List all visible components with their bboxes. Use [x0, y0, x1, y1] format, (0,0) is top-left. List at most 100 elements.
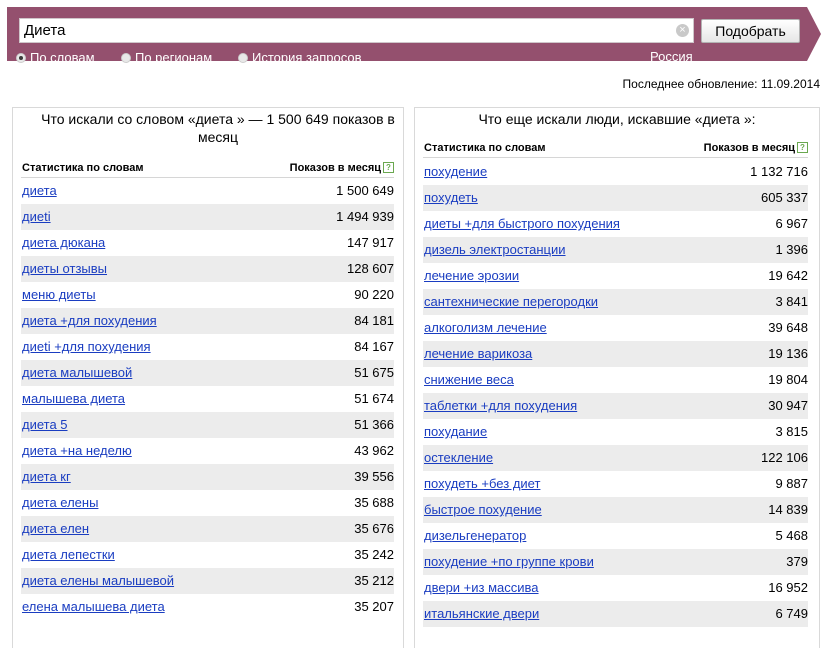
left-rows-list: диета 1 500 649 диеti 1 494 939 диета дюкана…: [21, 178, 394, 620]
mode-by-regions-radio[interactable]: По регионам: [121, 50, 212, 65]
phrase-link[interactable]: похудение +по группе крови: [424, 549, 594, 575]
phrase-link[interactable]: диета лепестки: [22, 542, 115, 568]
phrase-link[interactable]: диета 5: [22, 412, 68, 438]
table-row: дизель электростанции 1 396: [423, 237, 808, 263]
impressions-count: 9 887: [775, 476, 808, 491]
search-header: × Подобрать По словам По регионам Истори…: [7, 7, 807, 65]
table-row: диеты +для быстрого похудения 6 967: [423, 211, 808, 237]
phrase-link[interactable]: снижение веса: [424, 367, 514, 393]
impressions-count: 30 947: [768, 398, 808, 413]
phrase-link[interactable]: быстрое похудение: [424, 497, 542, 523]
phrase-link[interactable]: похудание: [424, 419, 487, 445]
table-row: диета елены 35 688: [21, 490, 394, 516]
help-icon[interactable]: ?: [797, 142, 808, 153]
submit-button[interactable]: Подобрать: [701, 19, 800, 43]
right-table-header: Статистика по словам Показов в месяц?: [423, 139, 808, 158]
table-row: остекление 122 106: [423, 445, 808, 471]
impressions-count: 39 648: [768, 320, 808, 335]
phrase-link[interactable]: похудеть: [424, 185, 478, 211]
mode-history-radio[interactable]: История запросов: [238, 50, 362, 65]
impressions-count: 6 967: [775, 216, 808, 231]
right-panel-title: Что еще искали люди, искавшие «диета »:: [478, 111, 756, 127]
impressions-count: 19 642: [768, 268, 808, 283]
table-row: быстрое похудение 14 839: [423, 497, 808, 523]
table-row: диета дюкана 147 917: [21, 230, 394, 256]
impressions-count: 35 688: [354, 495, 394, 510]
phrase-link[interactable]: диеti +для похудения: [22, 334, 151, 360]
table-row: диеti +для похудения 84 167: [21, 334, 394, 360]
phrase-link[interactable]: диеты +для быстрого похудения: [424, 211, 620, 237]
phrase-link[interactable]: диета елены малышевой: [22, 568, 174, 594]
phrase-link[interactable]: диета кг: [22, 464, 71, 490]
impressions-count: 90 220: [354, 287, 394, 302]
table-row: лечение эрозии 19 642: [423, 263, 808, 289]
impressions-count: 14 839: [768, 502, 808, 517]
left-results-panel: Что искали со словом «диета » — 1 500 64…: [12, 107, 404, 648]
phrase-link[interactable]: двери +из массива: [424, 575, 539, 601]
radio-dot-icon: [121, 53, 131, 63]
mode-history-label: История запросов: [252, 50, 362, 65]
table-row: диета +для похудения 84 181: [21, 308, 394, 334]
phrase-link[interactable]: диеты отзывы: [22, 256, 107, 282]
phrase-link[interactable]: алкоголизм лечение: [424, 315, 547, 341]
phrase-link[interactable]: похудение: [424, 159, 487, 185]
mode-by-words-radio[interactable]: По словам: [16, 50, 95, 65]
table-row: похудеть 605 337: [423, 185, 808, 211]
phrase-link[interactable]: дизель электростанции: [424, 237, 566, 263]
table-row: елена малышева диета 35 207: [21, 594, 394, 620]
search-input[interactable]: [24, 19, 664, 42]
phrase-link[interactable]: малышева диета: [22, 386, 125, 412]
left-panel-title: Что искали со словом «диета » — 1 500 64…: [41, 111, 395, 145]
phrase-link[interactable]: лечение эрозии: [424, 263, 519, 289]
left-col-phrase-header: Статистика по словам: [22, 162, 144, 174]
phrase-link[interactable]: таблетки +для похудения: [424, 393, 577, 419]
table-row: диета +на неделю 43 962: [21, 438, 394, 464]
impressions-count: 122 106: [761, 450, 808, 465]
search-box[interactable]: ×: [19, 18, 694, 43]
impressions-count: 379: [786, 554, 808, 569]
phrase-link[interactable]: диета елен: [22, 516, 89, 542]
phrase-link[interactable]: остекление: [424, 445, 493, 471]
impressions-count: 19 804: [768, 372, 808, 387]
phrase-link[interactable]: диета: [22, 178, 57, 204]
table-row: диета елен 35 676: [21, 516, 394, 542]
impressions-count: 6 749: [775, 606, 808, 621]
right-col-phrase-header: Статистика по словам: [424, 142, 546, 154]
impressions-count: 35 676: [354, 521, 394, 536]
phrase-link[interactable]: диета дюкана: [22, 230, 105, 256]
right-col-count-header: Показов в месяц?: [704, 142, 808, 154]
phrase-link[interactable]: диета елены: [22, 490, 98, 516]
impressions-count: 35 212: [354, 573, 394, 588]
phrase-link[interactable]: диета +для похудения: [22, 308, 157, 334]
phrase-link[interactable]: дизельгенератор: [424, 523, 526, 549]
impressions-count: 1 494 939: [336, 209, 394, 224]
radio-dot-icon: [16, 53, 26, 63]
region-link[interactable]: Россия: [650, 49, 693, 64]
left-table-header: Статистика по словам Показов в месяц?: [21, 159, 394, 178]
clear-icon[interactable]: ×: [676, 24, 689, 37]
impressions-count: 128 607: [347, 261, 394, 276]
impressions-count: 51 366: [354, 417, 394, 432]
table-row: диеты отзывы 128 607: [21, 256, 394, 282]
phrase-link[interactable]: диета малышевой: [22, 360, 132, 386]
phrase-link[interactable]: итальянские двери: [424, 601, 539, 627]
phrase-link[interactable]: елена малышева диета: [22, 594, 165, 620]
table-row: диета 1 500 649: [21, 178, 394, 204]
table-row: снижение веса 19 804: [423, 367, 808, 393]
table-row: сантехнические перегородки 3 841: [423, 289, 808, 315]
help-icon[interactable]: ?: [383, 162, 394, 173]
impressions-count: 35 207: [354, 599, 394, 614]
impressions-count: 39 556: [354, 469, 394, 484]
impressions-count: 147 917: [347, 235, 394, 250]
phrase-link[interactable]: диета +на неделю: [22, 438, 132, 464]
phrase-link[interactable]: похудеть +без диет: [424, 471, 540, 497]
phrase-link[interactable]: меню диеты: [22, 282, 96, 308]
phrase-link[interactable]: сантехнические перегородки: [424, 289, 598, 315]
table-row: похудание 3 815: [423, 419, 808, 445]
impressions-count: 16 952: [768, 580, 808, 595]
phrase-link[interactable]: лечение варикоза: [424, 341, 532, 367]
header-arrow-decoration: [807, 7, 821, 61]
impressions-count: 84 181: [354, 313, 394, 328]
phrase-link[interactable]: диеti: [22, 204, 51, 230]
impressions-count: 51 675: [354, 365, 394, 380]
